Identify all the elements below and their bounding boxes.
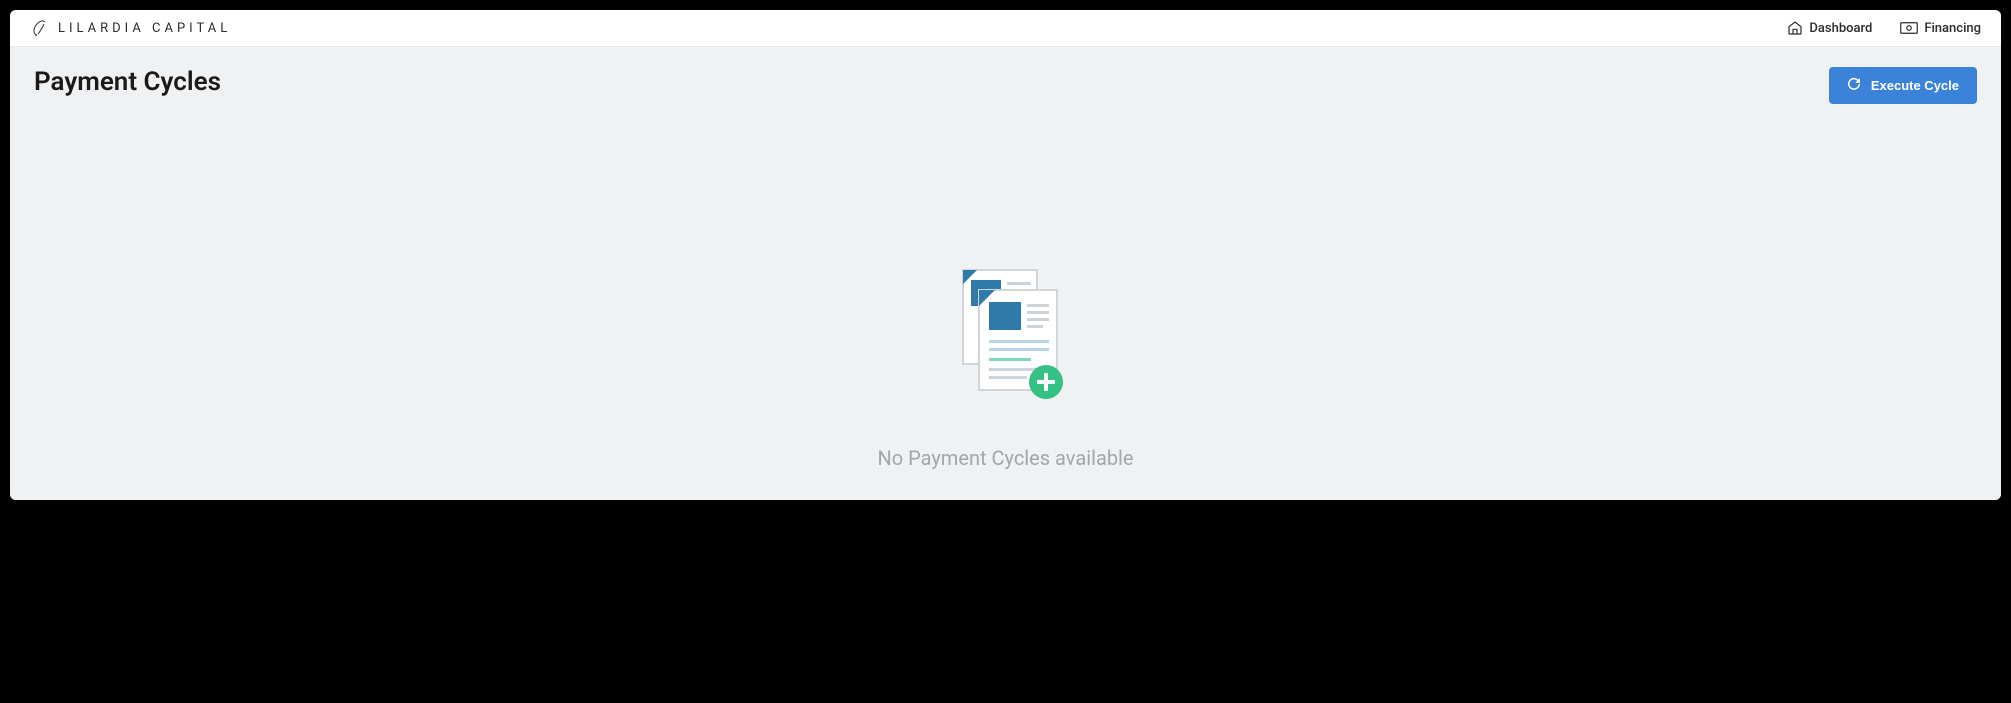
brand[interactable]: LILARDIA CAPITAL: [30, 18, 231, 38]
home-icon: [1787, 20, 1803, 36]
execute-cycle-button[interactable]: Execute Cycle: [1829, 67, 1977, 104]
documents-plus-icon: [931, 262, 1081, 416]
nav-dashboard[interactable]: Dashboard: [1787, 20, 1872, 36]
refresh-icon: [1847, 77, 1861, 94]
nav-financing-label: Financing: [1924, 21, 1981, 36]
page-title: Payment Cycles: [34, 67, 221, 97]
nav-dashboard-label: Dashboard: [1809, 21, 1872, 36]
app-window: LILARDIA CAPITAL Dashboard: [10, 10, 2001, 500]
brand-name: LILARDIA CAPITAL: [58, 21, 231, 36]
header: LILARDIA CAPITAL Dashboard: [10, 10, 2001, 47]
nav-financing[interactable]: Financing: [1900, 21, 1981, 36]
money-icon: [1900, 21, 1918, 35]
main-content: Payment Cycles Execute Cycle: [10, 47, 2001, 500]
empty-state: No Payment Cycles available: [34, 104, 1977, 480]
brand-logo-icon: [30, 18, 50, 38]
page-header: Payment Cycles Execute Cycle: [34, 67, 1977, 104]
empty-state-message: No Payment Cycles available: [877, 446, 1133, 470]
top-nav: Dashboard Financing: [1787, 20, 1981, 36]
execute-cycle-label: Execute Cycle: [1871, 78, 1959, 93]
